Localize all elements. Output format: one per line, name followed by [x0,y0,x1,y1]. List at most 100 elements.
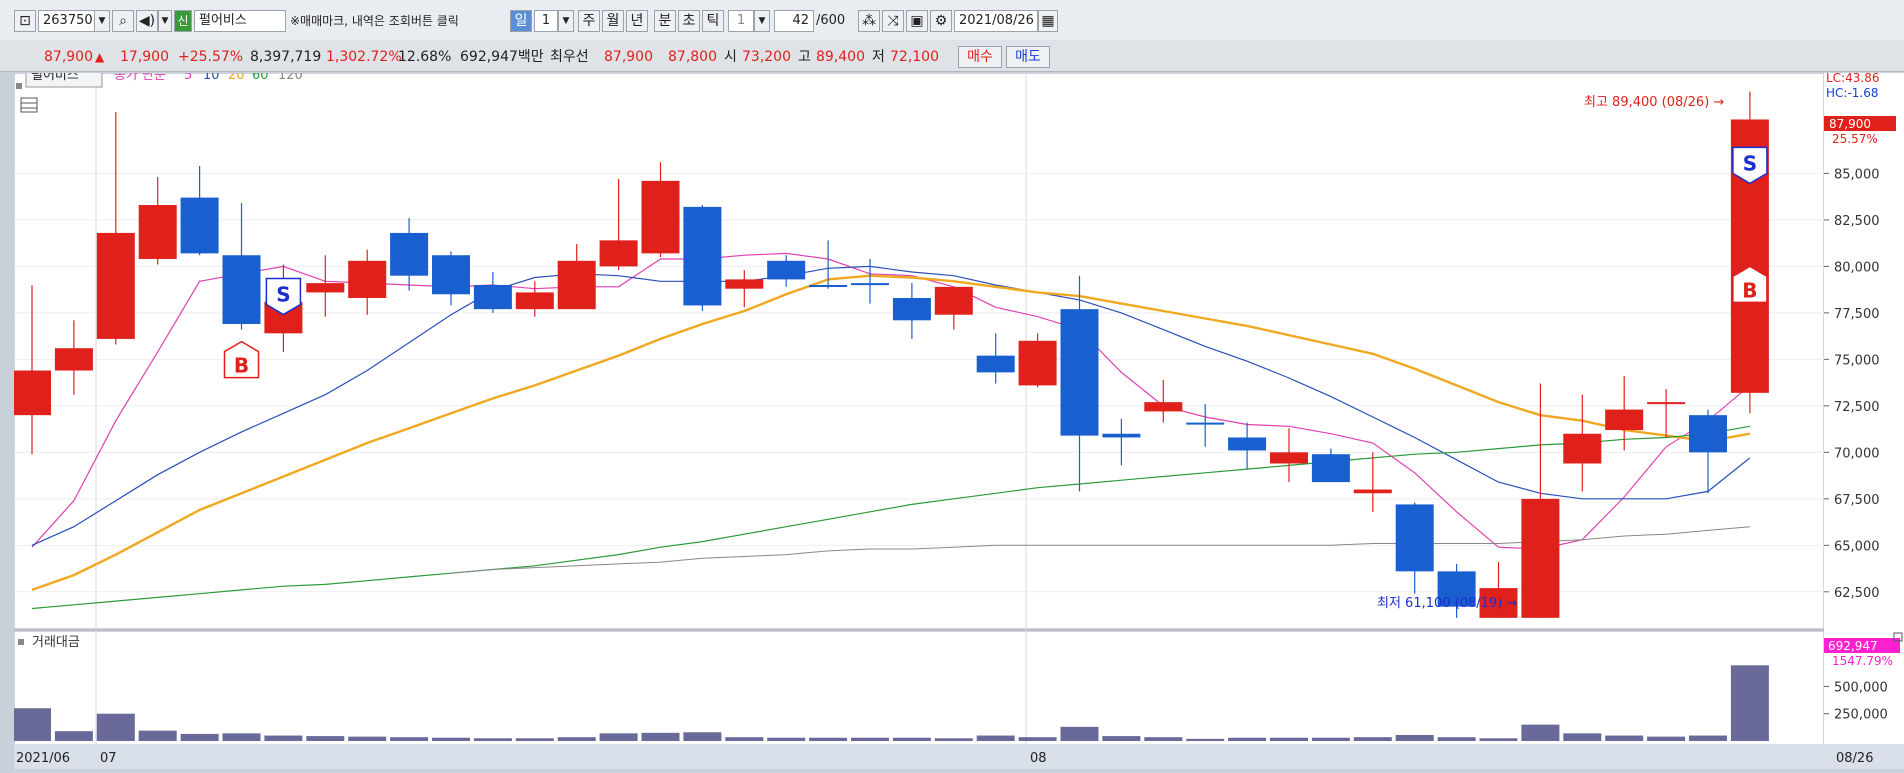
candle-body [432,255,470,295]
high-price: 89,400 [816,49,865,65]
trade-amount: 692,947백만 [460,49,544,65]
tab-day[interactable]: 일 [510,10,532,32]
candle [1018,333,1057,388]
volume-handle-icon [18,639,24,645]
volume-bar [1311,737,1350,741]
x-tick-label: 07 [100,751,117,766]
volume-bar [1563,733,1602,741]
hint-text: ※매매마크, 내역은 조회버튼 클릭 [290,14,459,28]
price-change: 17,900 [120,49,169,65]
stock-name-field[interactable]: 펄어비스 [194,10,286,32]
tab-month[interactable]: 월 [602,10,624,32]
buy-button[interactable]: 매수 [958,46,1002,68]
y-tick-label: 70,000 [1834,446,1880,461]
date-input[interactable]: 2021/08/26 [954,10,1038,32]
candle-body [515,292,554,310]
volume-y-tick-label: 250,000 [1834,708,1888,723]
volume-ratio: 1,302.72% [326,49,402,65]
day-multiplier-field[interactable]: 1 [534,10,558,32]
best-ask: 87,900 [604,49,653,65]
layout-icon[interactable]: ⊡ [14,10,36,32]
count-input[interactable]: 42 [774,10,814,32]
speaker-dropdown-icon[interactable]: ▼ [158,10,172,32]
code-dropdown-icon[interactable]: ▼ [94,10,110,32]
candle-body [892,298,931,321]
legend-ma20: 20 [228,73,245,83]
volume-bar [1647,736,1686,741]
change-up-icon: ▲ [95,50,105,64]
volume-title: 거래대금 [32,635,80,650]
volume-bar [809,737,848,741]
volume-bar [222,733,261,741]
y-tick-label: 80,000 [1834,260,1880,275]
candle [1730,91,1769,414]
candle [683,205,722,312]
search-icon[interactable]: ⌕ [112,10,134,32]
candle-body [1605,409,1644,431]
sell-button[interactable]: 매도 [1006,46,1050,68]
calendar-icon[interactable]: ▦ [1038,10,1058,32]
low-label: 저 [872,49,885,65]
candle-body [557,260,596,310]
speaker-icon[interactable]: ◀) [136,10,158,32]
volume-bar [1018,737,1057,741]
volume-bar [1353,737,1392,741]
volume-bar [1395,734,1434,741]
open-label: 시 [724,49,737,65]
candle-body [1689,415,1727,453]
y-tick-label: 65,000 [1834,539,1880,554]
candle-body [1521,498,1560,618]
chart-area[interactable]: B S S B 62,500 65,000 67,500 70,000 72,500 75,00… [13,66,1904,770]
draw-tool-icon[interactable]: ⤨ [882,10,904,32]
high-label: 고 [798,49,811,65]
volume-bar [180,733,219,741]
candle-body [473,284,512,310]
volume-bar [1479,738,1518,741]
volume-value: 8,397,719 [250,49,322,65]
volume-bar [725,737,764,741]
volume-bar [599,733,638,741]
volume-bar [1270,737,1308,741]
candle-body [1353,489,1392,494]
candle-body [180,197,219,254]
low-annotation: 최저 61,100 (08/19) → [1377,596,1517,611]
save-icon[interactable]: ▣ [906,10,928,32]
legend-ma60: 60 [252,73,269,83]
candle-body [96,232,135,339]
candle-body [348,260,387,299]
indicator-icon[interactable]: ⁂ [858,10,880,32]
volume-bar [390,737,429,741]
volume-bar [348,736,387,741]
interval-field[interactable]: 1 [728,10,754,32]
signal-letter: B [234,354,249,378]
volume-bar [851,737,889,741]
volume-bar [1521,724,1560,741]
tab-tick[interactable]: 틱 [702,10,724,32]
y-tick-label: 75,000 [1834,353,1880,368]
volume-bar [96,713,135,741]
settings-gear-icon[interactable]: ⚙ [930,10,952,32]
volume-bar [641,732,680,741]
y-tick-label: 72,500 [1834,400,1880,415]
tab-week[interactable]: 주 [578,10,600,32]
tab-minute[interactable]: 분 [654,10,676,32]
volume-bar [515,738,554,741]
main-toolbar: ⊡ 263750 ▼ ⌕ ◀) ▼ 신 펄어비스 ※매매마크, 내역은 조회버튼… [0,0,1904,41]
tab-year[interactable]: 년 [626,10,648,32]
best-quote-label: 최우선 [550,49,589,65]
new-listing-badge: 신 [174,10,192,32]
candle-body [1186,422,1225,425]
interval-dropdown-icon[interactable]: ▼ [754,10,770,32]
day-dropdown-icon[interactable]: ▼ [558,10,574,32]
stock-chart[interactable]: B S S B 62,500 65,000 67,500 70,000 72,500 75,00… [13,66,1904,770]
volume-bar [934,738,973,741]
candle-body [1395,504,1434,572]
y-tick-label: 77,500 [1834,307,1880,322]
candle-body [1270,452,1308,464]
volume-bar [1102,736,1141,741]
legend-ma5: 5 [184,73,192,83]
candle-body [1647,402,1686,405]
candle-body [306,283,345,293]
tab-second[interactable]: 초 [678,10,700,32]
candle-body [641,180,680,254]
